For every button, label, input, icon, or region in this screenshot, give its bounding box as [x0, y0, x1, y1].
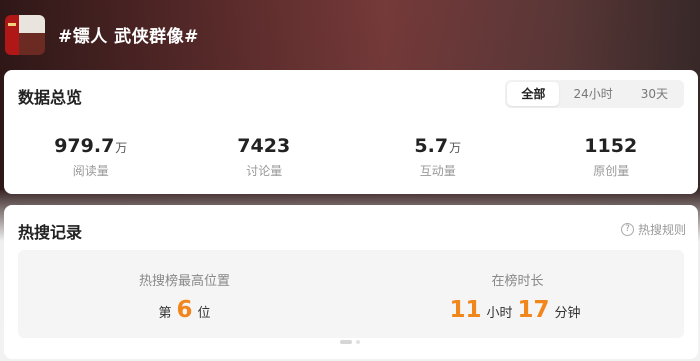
- overview-title: 数据总览: [18, 88, 83, 107]
- stat-discussions-value: 7423: [237, 135, 291, 157]
- duration-hours: 11: [449, 297, 482, 323]
- position-suffix: 位: [197, 306, 211, 321]
- stat-discussions-label: 讨论量: [246, 164, 283, 178]
- highest-position: 热搜榜最高位置 第 6 位: [18, 250, 351, 338]
- stat-interactions-unit: 万: [449, 141, 462, 155]
- stat-interactions: 5.7万 互动量: [351, 134, 525, 179]
- duration-minutes: 17: [517, 297, 550, 323]
- tab-30d[interactable]: 30天: [627, 82, 682, 106]
- hot-record-title: 热搜记录: [18, 223, 83, 242]
- position-prefix: 第: [158, 306, 172, 321]
- stat-interactions-value: 5.7: [414, 135, 449, 157]
- tab-24h[interactable]: 24小时: [559, 82, 626, 106]
- tab-all[interactable]: 全部: [507, 82, 560, 106]
- hot-rules-link[interactable]: ? 热搜规则: [620, 221, 686, 238]
- stat-reads: 979.7万 阅读量: [4, 134, 178, 179]
- topic-thumbnail[interactable]: [5, 15, 45, 55]
- topic-title: #镖人 武侠群像#: [58, 27, 199, 47]
- page-indicator-dot: [356, 340, 360, 344]
- highest-position-label: 热搜榜最高位置: [138, 274, 230, 289]
- position-value: 6: [176, 297, 193, 323]
- stat-reads-unit: 万: [115, 141, 128, 155]
- duration-label: 在榜时长: [491, 274, 544, 289]
- topic-header: #镖人 武侠群像#: [0, 0, 700, 70]
- stat-reads-value: 979.7: [54, 135, 115, 157]
- hot-record-card: 热搜记录 ? 热搜规则 热搜榜最高位置 第 6 位 在榜时长 11 小时 17 …: [4, 205, 698, 359]
- hot-rules-label: 热搜规则: [637, 223, 686, 237]
- stat-originals: 1152 原创量: [525, 134, 699, 179]
- stat-reads-label: 阅读量: [72, 164, 109, 178]
- stat-originals-label: 原创量: [593, 164, 630, 178]
- stat-originals-value: 1152: [584, 135, 638, 157]
- on-list-duration: 在榜时长 11 小时 17 分钟: [351, 250, 684, 338]
- time-range-tabs: 全部 24小时 30天: [505, 80, 684, 108]
- hot-record-panel: 热搜榜最高位置 第 6 位 在榜时长 11 小时 17 分钟: [18, 250, 684, 338]
- question-icon: ?: [620, 223, 634, 236]
- stat-discussions: 7423 讨论量: [178, 134, 352, 179]
- overview-card: 数据总览 全部 24小时 30天 979.7万 阅读量 7423 讨论量 5.7…: [4, 70, 698, 194]
- duration-minutes-unit: 分钟: [554, 306, 581, 321]
- stats-row: 979.7万 阅读量 7423 讨论量 5.7万 互动量 1152 原创量: [4, 134, 698, 179]
- page-indicator-active: [340, 340, 352, 344]
- stat-interactions-label: 互动量: [419, 164, 456, 178]
- page-indicator: [340, 340, 364, 344]
- duration-hours-unit: 小时: [486, 306, 513, 321]
